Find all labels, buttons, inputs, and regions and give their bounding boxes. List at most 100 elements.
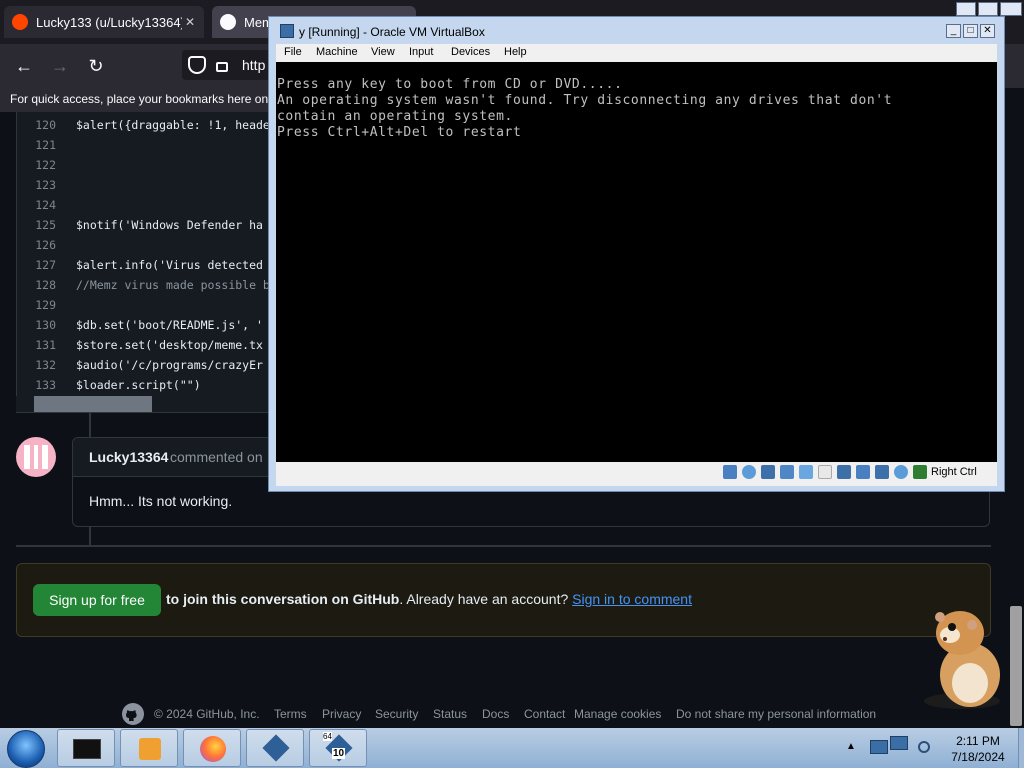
back-arrow-icon[interactable]: ← bbox=[10, 52, 38, 80]
tab-label: Lucky133 (u/Lucky13364) - R bbox=[36, 14, 182, 30]
browser-minimize-icon[interactable] bbox=[956, 2, 976, 16]
browser-restore-icon[interactable] bbox=[978, 2, 998, 16]
host-key-icon[interactable] bbox=[913, 465, 927, 479]
line-code: $store.set('desktop/meme.tx bbox=[76, 338, 263, 352]
line-number: 128 bbox=[35, 278, 56, 292]
bookmarks-hint: For quick access, place your bookmarks h… bbox=[0, 88, 280, 112]
line-number: 120 bbox=[35, 118, 56, 132]
reddit-favicon-icon bbox=[12, 14, 28, 30]
code-line: 129 bbox=[16, 295, 276, 315]
display-icon[interactable] bbox=[837, 465, 851, 479]
footer-link-status[interactable]: Status bbox=[433, 707, 467, 721]
signup-text: to join this conversation on GitHub. Alr… bbox=[166, 591, 692, 607]
shared-folder-icon[interactable] bbox=[818, 465, 832, 479]
comment-meta: commented on bbox=[170, 449, 263, 465]
line-number: 130 bbox=[35, 318, 56, 332]
avatar[interactable] bbox=[16, 437, 56, 477]
code-line: 126 bbox=[16, 235, 276, 255]
signup-button[interactable]: Sign up for free bbox=[33, 584, 161, 616]
tray-expand-icon[interactable]: ▲ bbox=[846, 741, 856, 752]
taskbar-firefox[interactable] bbox=[183, 729, 241, 767]
line-number: 125 bbox=[35, 218, 56, 232]
signin-link[interactable]: Sign in to comment bbox=[572, 591, 692, 607]
minimize-icon[interactable]: _ bbox=[946, 24, 961, 38]
line-number: 121 bbox=[35, 138, 56, 152]
monitor-icon bbox=[890, 736, 908, 750]
code-line: 124 bbox=[16, 195, 276, 215]
code-line: 133 $loader.script("") bbox=[16, 375, 276, 395]
code-line: 131 $store.set('desktop/meme.tx bbox=[16, 335, 276, 355]
comment-username[interactable]: Lucky13364 bbox=[89, 449, 168, 465]
tray-network-icon[interactable] bbox=[866, 734, 914, 762]
menu-view[interactable]: View bbox=[371, 46, 395, 58]
menu-devices[interactable]: Devices bbox=[451, 46, 490, 58]
footer-link-do-not-share[interactable]: Do not share my personal information bbox=[676, 707, 876, 721]
menu-input[interactable]: Input bbox=[409, 46, 433, 58]
clock-date: 7/18/2024 bbox=[951, 750, 1005, 764]
footer-link-privacy[interactable]: Privacy bbox=[322, 707, 361, 721]
optical-drive-icon[interactable] bbox=[742, 465, 756, 479]
video-capture-icon[interactable] bbox=[856, 465, 870, 479]
mouse-integration-icon[interactable] bbox=[894, 465, 908, 479]
browser-close-icon[interactable] bbox=[1000, 2, 1022, 16]
line-number: 126 bbox=[35, 238, 56, 252]
footer-link-terms[interactable]: Terms bbox=[274, 707, 307, 721]
footer-copyright: © 2024 GitHub, Inc. bbox=[154, 707, 260, 721]
audio-icon[interactable] bbox=[761, 465, 775, 479]
taskbar-virtualbox-64[interactable]: 64 10 bbox=[309, 729, 367, 767]
code-line: 132 $audio('/c/programs/crazyEr bbox=[16, 355, 276, 375]
github-logo-icon[interactable] bbox=[121, 702, 145, 726]
scrollbar-thumb[interactable] bbox=[34, 396, 152, 412]
show-desktop-button[interactable] bbox=[1018, 728, 1024, 768]
line-code: $notif('Windows Defender ha bbox=[76, 218, 263, 232]
usb-icon[interactable] bbox=[799, 465, 813, 479]
forward-arrow-icon[interactable]: → bbox=[46, 52, 74, 80]
network-icon[interactable] bbox=[780, 465, 794, 479]
timeline-divider bbox=[16, 545, 991, 547]
host-key-label: Right Ctrl bbox=[931, 466, 977, 478]
start-button-icon[interactable] bbox=[7, 730, 45, 768]
tab-reddit[interactable]: Lucky133 (u/Lucky13364) - R ✕ bbox=[4, 6, 204, 38]
hard-disk-icon[interactable] bbox=[723, 465, 737, 479]
close-icon[interactable]: ✕ bbox=[980, 24, 995, 38]
line-code: //Memz virus made possible b bbox=[76, 278, 270, 292]
footer-link-cookies[interactable]: Manage cookies bbox=[574, 707, 661, 721]
line-number: 124 bbox=[35, 198, 56, 212]
line-code: $db.set('boot/README.js', ' bbox=[76, 318, 263, 332]
comment-body: Hmm... Its not working. bbox=[89, 493, 233, 509]
taskbar-media-player[interactable] bbox=[120, 729, 178, 767]
footer-link-contact[interactable]: Contact bbox=[524, 707, 565, 721]
code-line: 130 $db.set('boot/README.js', ' bbox=[16, 315, 276, 335]
taskbar-terminal[interactable] bbox=[57, 729, 115, 767]
timeline-line bbox=[89, 412, 91, 437]
identicon-stripe bbox=[38, 445, 42, 469]
line-number: 127 bbox=[35, 258, 56, 272]
maximize-icon[interactable]: □ bbox=[963, 24, 978, 38]
console-line: contain an operating system. bbox=[277, 109, 513, 124]
menu-help[interactable]: Help bbox=[504, 46, 527, 58]
code-line: 127 $alert.info('Virus detected bbox=[16, 255, 276, 275]
footer-link-docs[interactable]: Docs bbox=[482, 707, 509, 721]
line-code: $alert({draggable: !1, heade bbox=[76, 118, 270, 132]
lock-icon[interactable] bbox=[216, 62, 228, 72]
tray-speaker-icon[interactable] bbox=[918, 741, 930, 753]
virtualbox-title: y [Running] - Oracle VM VirtualBox bbox=[299, 25, 485, 39]
taskbar-virtualbox[interactable] bbox=[246, 729, 304, 767]
reload-icon[interactable]: ↻ bbox=[82, 52, 110, 80]
footer-link-security[interactable]: Security bbox=[375, 707, 418, 721]
hamster-sticker-icon bbox=[924, 611, 1000, 709]
cpu-icon[interactable] bbox=[875, 465, 889, 479]
close-tab-icon[interactable]: ✕ bbox=[182, 15, 198, 29]
line-code: $alert.info('Virus detected bbox=[76, 258, 263, 272]
line-number: 129 bbox=[35, 298, 56, 312]
line-number: 133 bbox=[35, 378, 56, 392]
menu-file[interactable]: File bbox=[284, 46, 302, 58]
page-scrollbar-thumb[interactable] bbox=[1010, 606, 1022, 726]
code-line: 121 bbox=[16, 135, 276, 155]
shield-icon[interactable] bbox=[188, 56, 206, 74]
code-line: 125 $notif('Windows Defender ha bbox=[16, 215, 276, 235]
code-line: 122 bbox=[16, 155, 276, 175]
menu-machine[interactable]: Machine bbox=[316, 46, 358, 58]
line-number: 123 bbox=[35, 178, 56, 192]
clock[interactable]: 2:11 PM 7/18/2024 bbox=[938, 733, 1018, 765]
